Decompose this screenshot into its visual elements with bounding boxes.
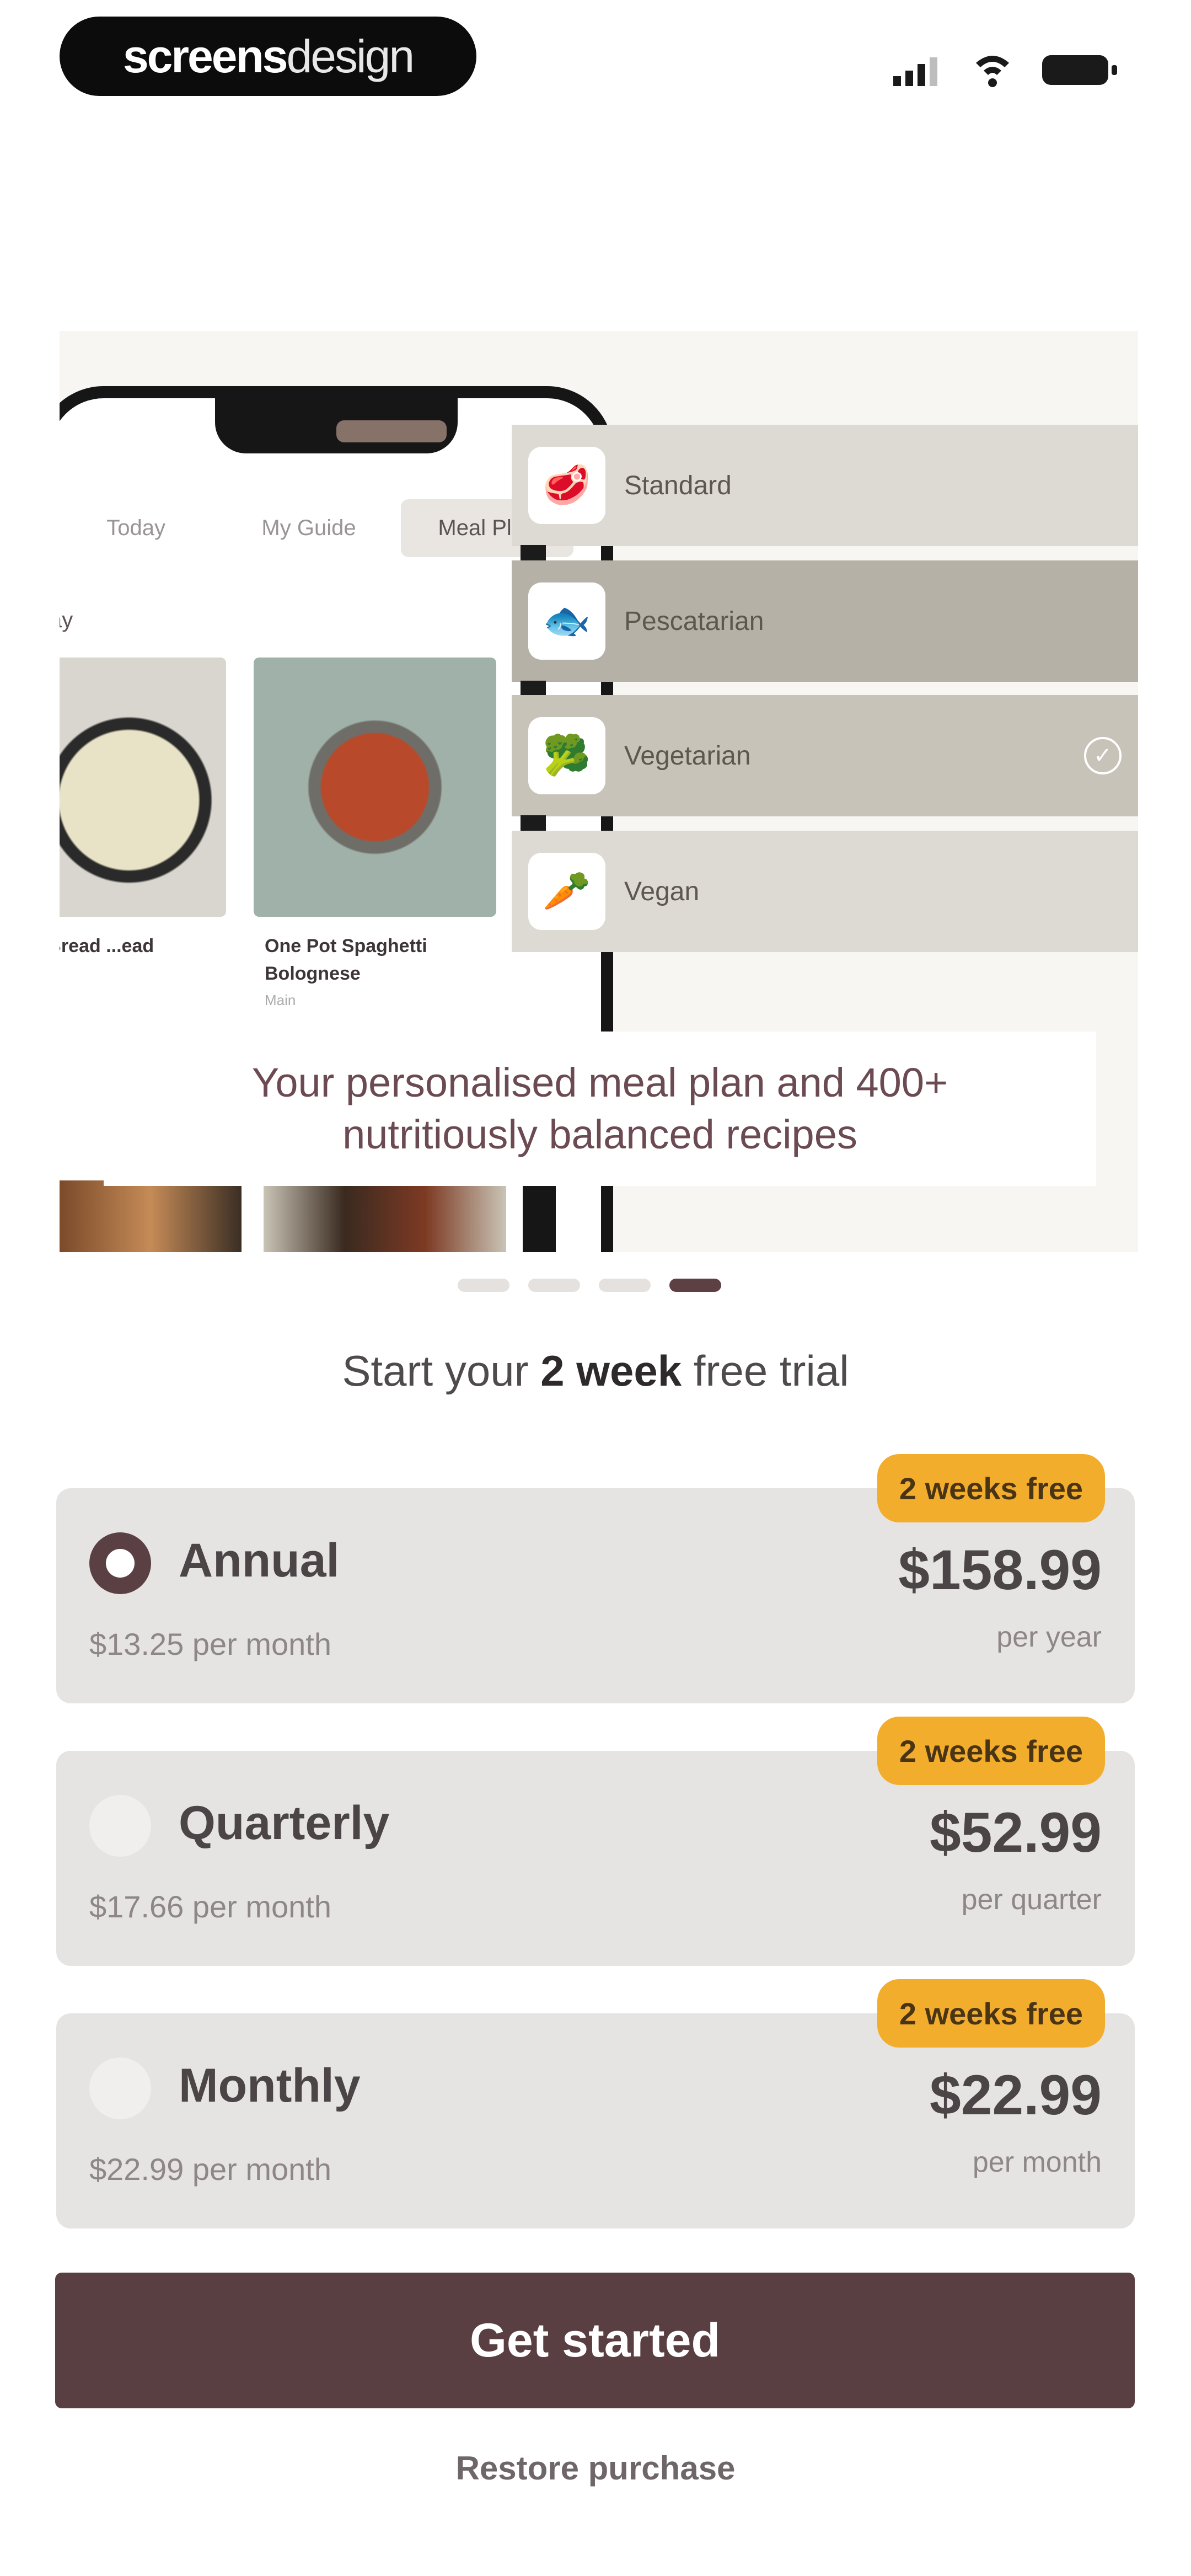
plan-price: $22.99 [930,2064,1102,2126]
recipe-card: One Pot Spaghetti Bolognese Main [254,658,496,1011]
radio-selected[interactable] [89,1532,151,1594]
connector [521,815,546,832]
wifi-icon [976,56,1009,87]
diet-option-vegetarian: 🥦 Vegetarian ✓ [512,695,1138,816]
pagination-dot[interactable] [458,1279,509,1292]
radio-unselected[interactable] [89,2057,151,2119]
diet-label: Vegetarian [624,741,751,771]
plan-name: Quarterly [179,1797,390,1850]
diet-option-pescatarian: 🐟 Pescatarian [512,560,1138,682]
plan-monthly-equivalent: $17.66 per month [89,1889,331,1924]
plan-option-quarterly[interactable]: 2 weeks free Quarterly $17.66 per month … [56,1717,1135,1966]
free-trial-badge: 2 weeks free [877,1979,1105,2048]
recipe-image [254,658,496,917]
diet-option-standard: 🥩 Standard [512,425,1138,546]
get-started-button[interactable]: Get started [55,2273,1135,2408]
recipe-image [60,658,226,917]
plan-monthly-equivalent: $13.25 per month [89,1627,331,1661]
hero-caption: Your personalised meal plan and 400+ nut… [104,1032,1096,1186]
pagination-dot-active[interactable] [669,1279,721,1292]
diet-option-vegan: 🥕 Vegan [512,831,1138,952]
free-trial-badge: 2 weeks free [877,1717,1105,1785]
phone-tab-my-guide: My Guide [261,515,356,540]
recipe-title: ...ans Bread ...ead [60,936,154,956]
plan-name: Monthly [179,2059,361,2112]
radio-unselected[interactable] [89,1795,151,1857]
battery-icon [1042,55,1117,85]
pagination-dot[interactable] [599,1279,651,1292]
phone-tab-today: Today [106,515,166,540]
diet-label: Standard [624,471,732,500]
phone-tabs: Today My Guide Meal Plan [60,492,579,564]
carrot-icon: 🥕 [528,853,605,930]
connector [521,545,546,562]
plan-period: per month [972,2146,1102,2178]
carousel-pagination [458,1279,722,1293]
recipe-image [60,1180,242,1252]
plan-period: per quarter [961,1884,1102,1916]
fish-icon: 🐟 [528,582,605,660]
plan-price: $158.99 [898,1538,1102,1601]
plan-option-monthly[interactable]: 2 weeks free Monthly $22.99 per month $2… [56,1979,1135,2228]
phone-header-image [336,420,447,442]
trial-heading: Start your 2 week free trial [342,1346,849,1395]
plan-price: $52.99 [930,1801,1102,1864]
status-icons [893,50,1125,88]
recipe-title: One Pot Spaghetti Bolognese [265,936,427,984]
restore-purchase-link[interactable]: Restore purchase [0,2449,1191,2487]
hero-carousel[interactable]: Today My Guide Meal Plan ay ...ans Bread… [60,331,1138,1252]
steak-icon: 🥩 [528,447,605,524]
plan-monthly-equivalent: $22.99 per month [89,2152,331,2187]
recipe-image [264,1180,506,1252]
check-icon: ✓ [1084,737,1122,774]
recipe-card: ...ans Bread ...ead [60,658,226,1011]
plan-period: per year [996,1621,1102,1653]
brand-logo: screens design [60,17,476,96]
signal-icon [893,57,937,86]
recipe-meta: Main [265,992,296,1008]
phone-section-label: ay [60,608,73,632]
pagination-dot[interactable] [528,1279,580,1292]
diet-label: Vegan [624,877,700,906]
plan-name: Annual [179,1534,340,1587]
plan-option-annual[interactable]: 2 weeks free Annual $13.25 per month $15… [56,1454,1135,1703]
phone-frame-edge [523,1180,556,1252]
diet-label: Pescatarian [624,606,764,636]
free-trial-badge: 2 weeks free [877,1454,1105,1522]
broccoli-icon: 🥦 [528,717,605,794]
